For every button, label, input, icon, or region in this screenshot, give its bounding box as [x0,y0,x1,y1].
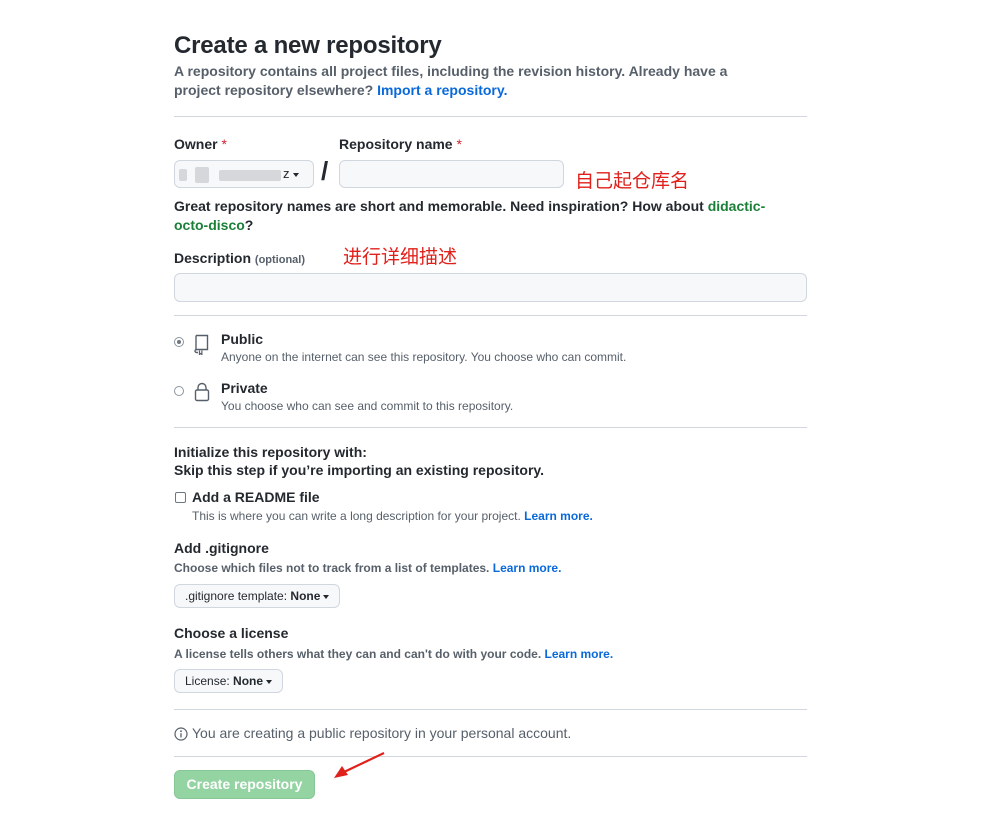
lock-icon [193,381,211,406]
repo-name-label: Repository name * [339,136,462,152]
readme-label[interactable]: Add a README file [192,489,320,505]
page-title: Create a new repository [174,32,442,59]
owner-select[interactable]: z [174,160,314,188]
gitignore-desc-text: Choose which files not to track from a l… [174,561,490,575]
gitignore-desc: Choose which files not to track from a l… [174,561,561,575]
initialize-subheading: Skip this step if you’re importing an ex… [174,462,545,478]
owner-label: Owner * [174,136,227,152]
name-hint-text: Great repository names are short and mem… [174,198,704,214]
divider [174,116,807,117]
owner-value: z [283,166,299,181]
name-hint-end: ? [244,217,254,233]
description-optional: (optional) [254,254,306,266]
annotation-description: 进行详细描述 [343,246,458,268]
redacted-owner [219,170,281,181]
chevron-down-icon [323,594,330,599]
initialize-heading: Initialize this repository with: [174,444,367,460]
repo-name-required-mark: * [456,136,462,152]
description-input[interactable] [174,273,807,302]
license-desc-text: A license tells others what they can and… [174,647,542,661]
description-label: Description (optional) [174,250,305,266]
repo-icon [193,333,211,358]
name-hint: Great repository names are short and mem… [174,197,794,235]
gitignore-button-prefix: .gitignore template: [185,589,288,603]
repository-name-input[interactable] [339,160,564,188]
readme-desc: This is where you can write a long descr… [192,509,593,523]
public-radio[interactable] [174,337,184,347]
public-option-desc: Anyone on the internet can see this repo… [221,350,627,364]
owner-label-text: Owner [174,136,218,152]
private-option-desc: You choose who can see and commit to thi… [221,399,514,413]
redacted-owner [179,169,187,181]
divider [174,756,807,757]
owner-required-mark: * [221,136,227,152]
gitignore-template-button[interactable]: .gitignore template: None [174,584,341,608]
private-option-title: Private [221,380,268,396]
license-learn-more-link[interactable]: Learn more. [545,647,614,661]
divider [174,315,807,316]
license-button[interactable]: License: None [174,669,284,693]
license-button-prefix: License: [185,674,230,688]
gitignore-heading: Add .gitignore [174,540,269,556]
license-desc: A license tells others what they can and… [174,647,613,661]
chevron-down-icon [292,172,299,177]
public-repo-notice: You are creating a public repository in … [192,725,572,741]
divider [174,709,807,710]
chevron-down-icon [266,679,273,684]
annotation-repo-name: 自己起仓库名 [575,170,690,192]
redacted-owner [195,167,209,183]
owner-repo-separator: / [321,156,329,186]
page-subtitle: A repository contains all project files,… [174,62,774,100]
readme-desc-text: This is where you can write a long descr… [192,509,521,523]
gitignore-learn-more-link[interactable]: Learn more. [493,561,562,575]
license-button-value: None [233,674,264,688]
description-label-text: Description [174,250,252,266]
annotation-arrow-icon [330,750,390,785]
import-repository-link[interactable]: Import a repository. [377,82,507,98]
private-radio[interactable] [174,386,184,396]
repo-name-label-text: Repository name [339,136,453,152]
info-icon [174,727,188,744]
divider [174,427,807,428]
gitignore-button-value: None [290,589,321,603]
public-option-title: Public [221,331,264,347]
readme-checkbox[interactable] [175,492,186,503]
readme-learn-more-link[interactable]: Learn more. [524,509,593,523]
create-repository-button[interactable]: Create repository [174,770,315,799]
license-heading: Choose a license [174,625,289,641]
